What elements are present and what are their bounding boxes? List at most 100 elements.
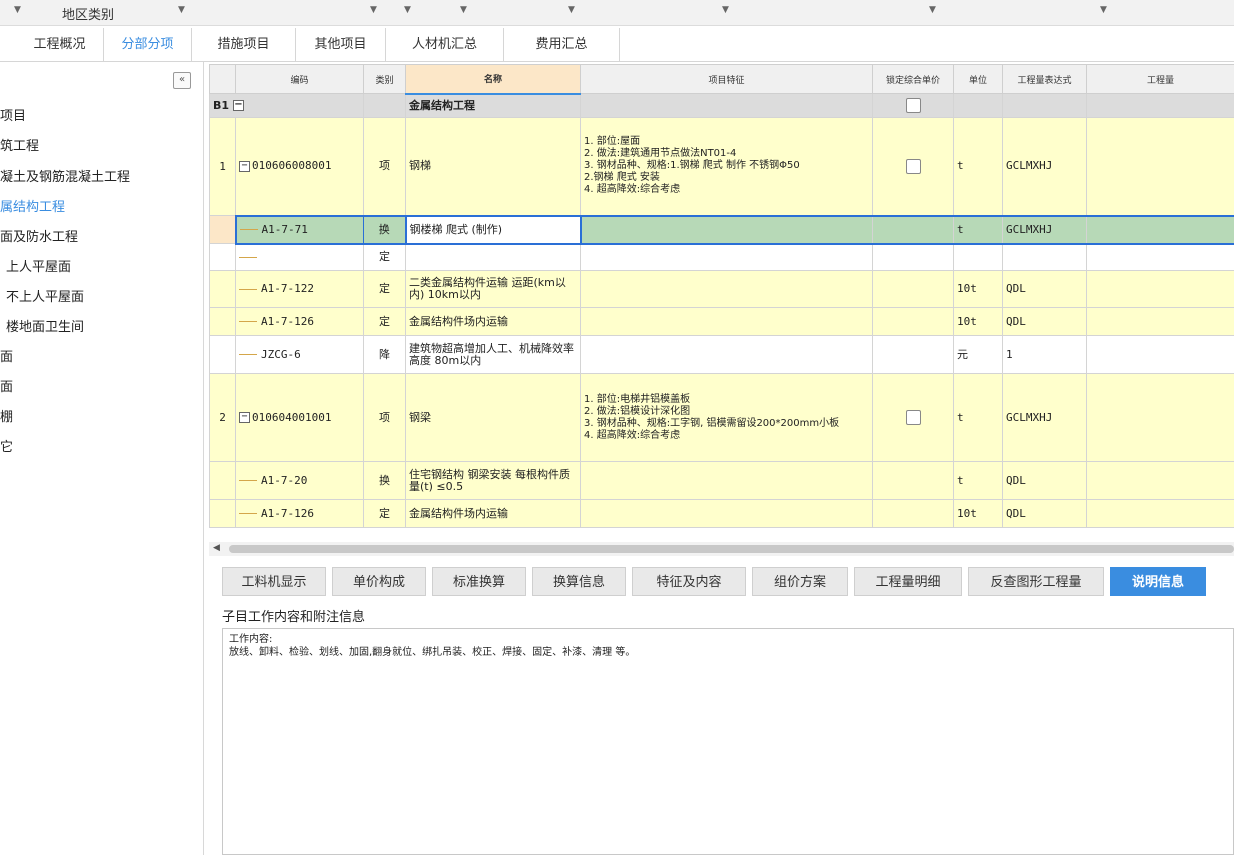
name-cell[interactable]: 金属结构件场内运输 (405, 499, 581, 528)
tab-cost-summary[interactable]: 费用汇总 (504, 28, 620, 61)
dropdown-arrow-icon[interactable]: ▼ (178, 5, 185, 15)
unit-cell[interactable]: 10t (953, 270, 1003, 308)
unit-cell[interactable]: t (953, 117, 1003, 216)
col-header-quantity[interactable]: 工程量 (1086, 64, 1234, 94)
table-row[interactable]: A1-7-122 定 二类金属结构件运输 运距(km以内) 10km以内 10t… (209, 270, 1234, 308)
scroll-left-icon[interactable]: ◀ (213, 543, 220, 553)
expression-cell[interactable]: QDL (1002, 307, 1087, 336)
tree-item[interactable]: 项目 (0, 107, 26, 127)
unit-cell[interactable]: t (953, 373, 1003, 462)
type-cell[interactable]: 项 (363, 117, 406, 216)
collapse-icon[interactable]: − (232, 100, 244, 111)
tab-labor-material-summary[interactable]: 人材机汇总 (386, 28, 504, 61)
tab-other-items[interactable]: 其他项目 (296, 28, 386, 61)
tree-item-selected[interactable]: 属结构工程 (0, 198, 65, 218)
code-cell[interactable]: JZCG-6 (235, 335, 364, 374)
expression-cell[interactable]: QDL (1002, 499, 1087, 528)
tab-quantity-detail[interactable]: 工程量明细 (854, 567, 962, 596)
type-cell[interactable]: 定 (363, 307, 406, 336)
tab-labor-material-display[interactable]: 工料机显示 (222, 567, 326, 596)
tab-description-info[interactable]: 说明信息 (1110, 567, 1206, 596)
tree-item[interactable]: 筑工程 (0, 137, 39, 157)
type-cell[interactable]: 项 (363, 373, 406, 462)
tab-measures[interactable]: 措施项目 (192, 28, 296, 61)
expression-cell[interactable]: GCLMXHJ (1002, 373, 1087, 462)
dropdown-arrow-icon[interactable]: ▼ (929, 5, 936, 15)
expression-cell[interactable]: 1 (1002, 335, 1087, 374)
section-name[interactable]: 金属结构工程 (405, 93, 581, 118)
scrollbar-thumb[interactable] (229, 545, 1234, 553)
dropdown-arrow-icon[interactable]: ▼ (1100, 5, 1107, 15)
col-header-name[interactable]: 名称 (405, 64, 581, 95)
lock-price-checkbox[interactable] (905, 98, 921, 113)
table-row[interactable]: A1-7-126 定 金属结构件场内运输 10t QDL (209, 499, 1234, 528)
col-header-lock-price[interactable]: 锁定综合单价 (872, 64, 954, 94)
type-cell[interactable]: 换 (363, 461, 406, 500)
region-category-label[interactable]: 地区类别 (62, 4, 114, 23)
tab-pricing-scheme[interactable]: 组价方案 (752, 567, 848, 596)
lock-price-checkbox[interactable] (905, 158, 921, 174)
quantity-cell[interactable] (1086, 373, 1234, 462)
section-row[interactable]: B1 − 金属结构工程 (209, 93, 1234, 118)
tree-item[interactable]: 面 (0, 348, 13, 368)
collapse-icon[interactable]: − (239, 160, 250, 172)
expression-cell[interactable]: QDL (1002, 270, 1087, 308)
unit-cell[interactable] (953, 243, 1003, 271)
features-cell[interactable]: 1. 部位:电梯井铝模盖板 2. 做法:铝模设计深化图 3. 钢材品种、规格:工… (580, 373, 873, 462)
unit-cell[interactable]: 10t (953, 499, 1003, 528)
code-cell[interactable]: A1-7-20 (235, 461, 364, 500)
table-row[interactable]: 1 −010606008001 项 钢梯 1. 部位:屋面 2. 做法:建筑通用… (209, 117, 1234, 216)
type-cell[interactable]: 降 (363, 335, 406, 374)
name-cell[interactable] (405, 243, 581, 271)
collapse-icon[interactable]: « (173, 72, 191, 89)
collapse-icon[interactable]: − (239, 412, 250, 423)
tree-item[interactable]: 它 (0, 438, 13, 458)
expression-cell[interactable] (1002, 243, 1087, 271)
col-header-expression[interactable]: 工程量表达式 (1002, 64, 1087, 94)
unit-cell[interactable]: 10t (953, 307, 1003, 336)
name-cell[interactable]: 金属结构件场内运输 (405, 307, 581, 336)
col-header-code[interactable]: 编码 (235, 64, 364, 94)
dropdown-arrow-icon[interactable]: ▼ (404, 5, 411, 15)
tab-project-overview[interactable]: 工程概况 (16, 28, 104, 61)
expression-cell[interactable]: QDL (1002, 461, 1087, 500)
lock-price-checkbox[interactable] (905, 410, 921, 425)
col-header-features[interactable]: 项目特征 (580, 64, 873, 94)
name-cell[interactable]: 钢楼梯 爬式 (制作) (404, 214, 582, 245)
table-row[interactable]: A1-7-126 定 金属结构件场内运输 10t QDL (209, 307, 1234, 336)
table-row-selected[interactable]: A1-7-71 换 钢楼梯 爬式 (制作) t GCLMXHJ (209, 214, 1234, 245)
type-cell[interactable]: 定 (363, 499, 406, 528)
tab-features-content[interactable]: 特征及内容 (632, 567, 746, 596)
table-row[interactable]: JZCG-6 降 建筑物超高增加人工、机械降效率 高度 80m以内 元 1 (209, 335, 1234, 374)
name-cell[interactable]: 建筑物超高增加人工、机械降效率 高度 80m以内 (405, 335, 581, 374)
col-header-type[interactable]: 类别 (363, 64, 406, 94)
expression-cell[interactable]: GCLMXHJ (1002, 214, 1087, 245)
tab-unit-price-composition[interactable]: 单价构成 (332, 567, 426, 596)
dropdown-arrow-icon[interactable]: ▼ (568, 5, 575, 15)
info-textbox[interactable]: 工作内容: 放线、卸料、检验、划线、加固,翻身就位、绑扎吊装、校正、焊接、固定、… (222, 628, 1234, 855)
features-cell[interactable]: 1. 部位:屋面 2. 做法:建筑通用节点做法NT01-4 3. 钢材品种、规格… (580, 117, 873, 216)
col-header-unit[interactable]: 单位 (953, 64, 1003, 94)
tree-item[interactable]: 上人平屋面 (6, 258, 71, 278)
name-cell[interactable]: 钢梁 (405, 373, 581, 462)
code-cell[interactable]: A1-7-126 (235, 499, 364, 528)
name-cell[interactable]: 住宅钢结构 钢梁安装 每根构件质量(t) ≤0.5 (405, 461, 581, 500)
tree-item[interactable]: 面及防水工程 (0, 228, 78, 248)
table-row[interactable]: A1-7-20 换 住宅钢结构 钢梁安装 每根构件质量(t) ≤0.5 t QD… (209, 461, 1234, 500)
unit-cell[interactable]: 元 (953, 335, 1003, 374)
dropdown-arrow-icon[interactable]: ▼ (370, 5, 377, 15)
tab-reverse-graphic-quantity[interactable]: 反查图形工程量 (968, 567, 1104, 596)
code-cell[interactable]: A1-7-126 (235, 307, 364, 336)
code-cell[interactable]: −010604001001 (235, 373, 364, 462)
tree-item[interactable]: 面 (0, 378, 13, 398)
table-row[interactable]: 定 (209, 243, 1234, 271)
name-cell[interactable]: 钢梯 (405, 117, 581, 216)
tab-standard-conversion[interactable]: 标准换算 (432, 567, 526, 596)
type-cell[interactable]: 定 (363, 270, 406, 308)
tree-item[interactable]: 不上人平屋面 (6, 288, 84, 308)
code-cell[interactable]: A1-7-122 (235, 270, 364, 308)
tree-item[interactable]: 楼地面卫生间 (6, 318, 84, 338)
name-cell[interactable]: 二类金属结构件运输 运距(km以内) 10km以内 (405, 270, 581, 308)
code-cell[interactable]: −010606008001 (235, 117, 364, 216)
code-cell[interactable] (235, 243, 364, 271)
